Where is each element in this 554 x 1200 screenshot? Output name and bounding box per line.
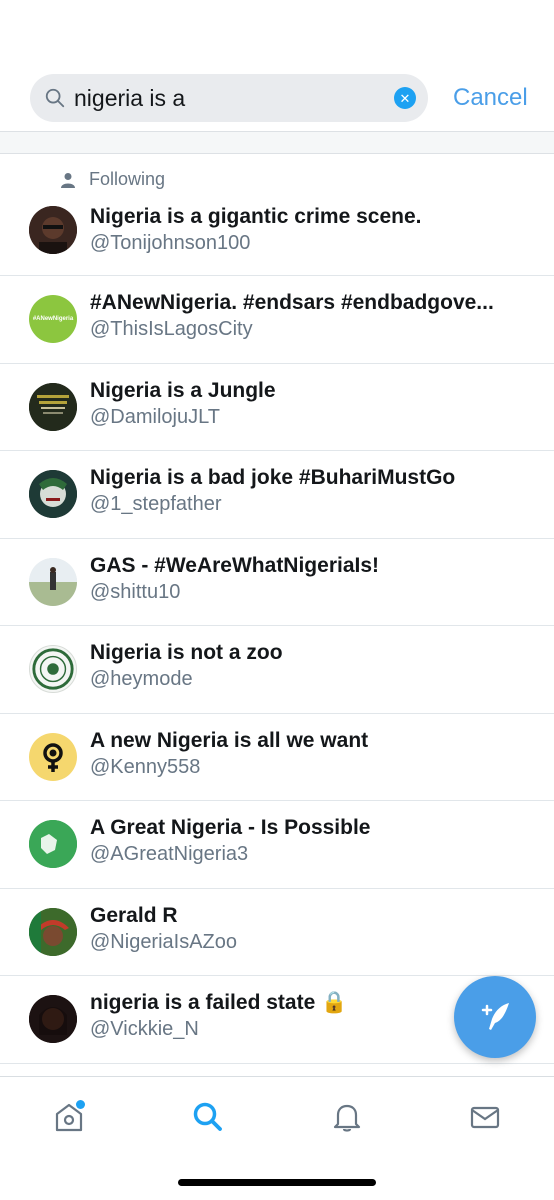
avatar <box>29 557 77 606</box>
home-indicator <box>178 1179 376 1186</box>
avatar <box>29 470 77 518</box>
list-item[interactable]: Nigeria is a bad joke #BuhariMustGo @1_s… <box>0 451 554 539</box>
result-title: Gerald R <box>90 903 178 927</box>
notification-dot <box>76 1100 85 1109</box>
result-title: #ANewNigeria. #endsars #endbadgove... <box>90 291 494 314</box>
list-item[interactable]: A Great Nigeria - Is Possible @AGreatNig… <box>0 801 554 889</box>
tab-home[interactable] <box>49 1097 89 1137</box>
results-list: Following Nigeria is a gigantic crime sc… <box>0 154 554 1064</box>
result-title: GAS - #WeAreWhatNigeriaIs! <box>90 553 380 577</box>
result-title: Nigeria is a gigantic crime scene. <box>90 205 422 228</box>
result-handle: @Tonijohnson100 <box>90 232 251 254</box>
list-item[interactable]: A new Nigeria is all we want @Kenny558 <box>0 714 554 801</box>
close-icon: ✕ <box>399 90 411 106</box>
avatar <box>29 645 77 693</box>
tab-search[interactable] <box>188 1097 228 1137</box>
avatar: #ANewNigeria <box>29 295 77 343</box>
avatar <box>29 995 77 1043</box>
avatar <box>29 907 77 956</box>
search-header: ✕ Cancel <box>30 74 554 122</box>
avatar <box>29 382 77 431</box>
search-icon <box>193 1102 222 1131</box>
following-label: Following <box>89 169 166 189</box>
search-input[interactable] <box>74 84 394 112</box>
tab-notifications[interactable] <box>327 1097 367 1137</box>
result-handle: @AGreatNigeria3 <box>90 843 249 865</box>
result-handle: @ThisIsLagosCity <box>90 318 253 340</box>
person-icon <box>61 173 75 188</box>
result-handle: @heymode <box>90 668 193 690</box>
result-title: Nigeria is a Jungle <box>90 378 276 402</box>
list-item[interactable]: Nigeria is a Jungle @DamilojuJLT <box>0 364 554 451</box>
search-icon <box>45 88 65 108</box>
tab-messages[interactable] <box>465 1097 505 1137</box>
result-title: Nigeria is not a zoo <box>90 641 283 664</box>
avatar <box>29 732 77 781</box>
result-title: A new Nigeria is all we want <box>90 728 369 752</box>
result-title: A Great Nigeria - Is Possible <box>90 816 371 839</box>
list-item[interactable]: GAS - #WeAreWhatNigeriaIs! @shittu10 <box>0 539 554 626</box>
list-item[interactable]: #ANewNigeria #ANewNigeria. #endsars #end… <box>0 276 554 364</box>
result-title: Nigeria is a bad joke #BuhariMustGo <box>90 466 456 489</box>
result-handle: @NigeriaIsAZoo <box>90 930 238 953</box>
avatar <box>29 820 77 868</box>
list-item[interactable]: Gerald R @NigeriaIsAZoo <box>0 889 554 976</box>
section-gap <box>0 132 554 154</box>
compose-feather-icon <box>481 1003 509 1030</box>
avatar <box>29 206 77 254</box>
following-header: Following <box>0 154 554 194</box>
result-handle: @1_stepfather <box>90 493 222 515</box>
list-item[interactable]: Nigeria is not a zoo @heymode <box>0 626 554 714</box>
mail-icon <box>470 1106 500 1129</box>
search-screen: ✕ Cancel Following Nigeria is a gigantic… <box>0 0 554 1200</box>
search-field[interactable]: ✕ <box>30 74 428 122</box>
result-handle: @Kenny558 <box>90 755 201 778</box>
cancel-button[interactable]: Cancel <box>453 74 528 122</box>
avatar-text: #ANewNigeria <box>32 316 74 322</box>
compose-tweet-button[interactable] <box>454 976 536 1058</box>
result-handle: @DamilojuJLT <box>90 405 220 428</box>
bell-icon <box>333 1104 361 1132</box>
clear-search-button[interactable]: ✕ <box>394 87 416 109</box>
result-handle: @shittu10 <box>90 580 181 603</box>
list-item[interactable]: Nigeria is a gigantic crime scene. @Toni… <box>0 194 554 276</box>
